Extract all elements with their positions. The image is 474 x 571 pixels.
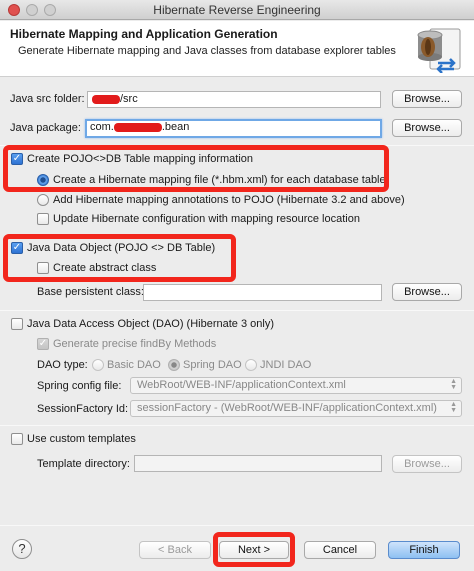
help-icon: ? (18, 541, 26, 556)
template-directory-label: Template directory: (37, 458, 130, 470)
dao-type-label: DAO type: (37, 359, 88, 371)
separator (0, 310, 474, 311)
package-field[interactable]: com. .bean (85, 119, 382, 138)
pojo-mapping-label: Create POJO<>DB Table mapping informatio… (27, 153, 254, 165)
jndi-dao-label: JNDI DAO (260, 359, 312, 371)
java-data-object-label: Java Data Object (POJO <> DB Table) (27, 242, 216, 254)
browse-package-button[interactable]: Browse... (392, 119, 462, 137)
session-factory-value: sessionFactory - (WebRoot/WEB-INF/applic… (137, 402, 437, 414)
basic-dao-radio[interactable] (92, 359, 104, 371)
session-factory-select[interactable]: sessionFactory - (WebRoot/WEB-INF/applic… (130, 400, 462, 417)
basic-dao-label: Basic DAO (107, 359, 161, 371)
cancel-button[interactable]: Cancel (304, 541, 376, 559)
updown-arrows-icon: ▲ ▼ (450, 401, 457, 414)
dao-label: Java Data Access Object (DAO) (Hibernate… (27, 318, 274, 330)
spring-config-value: WebRoot/WEB-INF/applicationContext.xml (137, 379, 346, 391)
dao-checkbox[interactable] (11, 318, 23, 330)
src-folder-label: Java src folder: (10, 93, 85, 105)
findby-checkbox[interactable]: ✓ (37, 338, 49, 350)
findby-label: Generate precise findBy Methods (53, 338, 217, 350)
spring-config-select[interactable]: WebRoot/WEB-INF/applicationContext.xml ▲… (130, 377, 462, 394)
dialog-window: Hibernate Reverse Engineering Hibernate … (0, 0, 474, 571)
separator (0, 425, 474, 426)
package-label: Java package: (10, 122, 81, 134)
custom-templates-label: Use custom templates (27, 433, 136, 445)
hbm-file-radio[interactable] (37, 174, 49, 186)
annotations-label: Add Hibernate mapping annotations to POJ… (53, 194, 405, 206)
abstract-class-label: Create abstract class (53, 262, 157, 274)
updown-arrows-icon: ▲ ▼ (450, 378, 457, 391)
custom-templates-checkbox[interactable] (11, 433, 23, 445)
spring-config-label: Spring config file: (37, 380, 122, 392)
java-data-object-checkbox[interactable]: ✓ (11, 242, 23, 254)
spring-dao-label: Spring DAO (183, 359, 242, 371)
back-button[interactable]: < Back (139, 541, 211, 559)
help-button[interactable]: ? (12, 539, 32, 559)
session-factory-label: SessionFactory Id: (37, 403, 129, 415)
pojo-mapping-checkbox[interactable]: ✓ (11, 153, 23, 165)
src-folder-value: /src (120, 93, 138, 105)
update-config-checkbox[interactable] (37, 213, 49, 225)
database-wizard-icon (417, 28, 461, 73)
title-bar: Hibernate Reverse Engineering (0, 0, 474, 20)
hbm-file-label: Create a Hibernate mapping file (*.hbm.x… (53, 174, 386, 186)
redaction-mark (92, 94, 120, 104)
window-title: Hibernate Reverse Engineering (153, 3, 321, 17)
abstract-class-checkbox[interactable] (37, 262, 49, 274)
package-suffix: .bean (161, 121, 190, 133)
annotations-radio[interactable] (37, 194, 49, 206)
src-folder-field[interactable]: /src (87, 91, 381, 108)
banner-description: Generate Hibernate mapping and Java clas… (18, 45, 396, 57)
redaction-mark (113, 122, 162, 132)
finish-button[interactable]: Finish (388, 541, 460, 559)
base-class-field[interactable] (143, 284, 382, 301)
browse-base-class-button[interactable]: Browse... (392, 283, 462, 301)
wizard-banner: Hibernate Mapping and Application Genera… (0, 21, 474, 77)
next-button[interactable]: Next > (219, 541, 289, 559)
update-config-label: Update Hibernate configuration with mapp… (53, 213, 360, 225)
jndi-dao-radio[interactable] (245, 359, 257, 371)
separator (0, 145, 474, 146)
base-class-label: Base persistent class: (37, 286, 144, 298)
spring-dao-radio[interactable] (168, 359, 180, 371)
template-directory-field[interactable] (134, 455, 382, 472)
separator (0, 525, 474, 526)
browse-src-folder-button[interactable]: Browse... (392, 90, 462, 108)
package-prefix: com. (90, 121, 114, 133)
browse-template-directory-button[interactable]: Browse... (392, 455, 462, 473)
banner-title: Hibernate Mapping and Application Genera… (10, 27, 278, 41)
